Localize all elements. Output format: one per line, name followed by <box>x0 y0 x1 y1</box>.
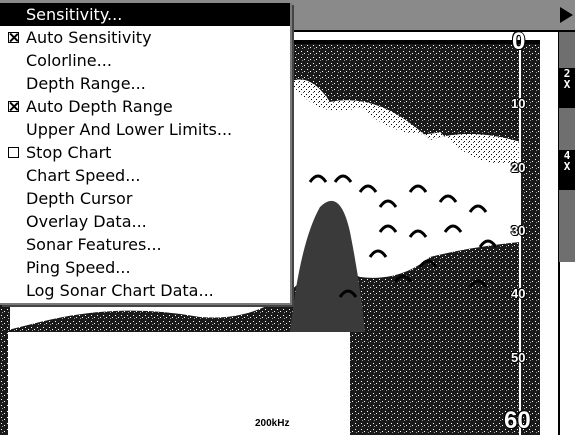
depth-label-0: 0 <box>512 32 526 55</box>
menu-item-auto-sensitivity[interactable]: Auto Sensitivity <box>0 26 290 49</box>
menu-item-ping-speed[interactable]: Ping Speed... <box>0 256 290 279</box>
depth-label-20: 20 <box>511 160 526 175</box>
menu-item-upper-lower-limits[interactable]: Upper And Lower Limits... <box>0 118 290 141</box>
checkbox-unchecked-icon[interactable] <box>8 147 19 158</box>
menu-item-label: Chart Speed... <box>26 166 141 185</box>
menu-item-overlay-data[interactable]: Overlay Data... <box>0 210 290 233</box>
zoom-2x-unit: X <box>563 78 571 91</box>
depth-label-40: 40 <box>511 286 526 301</box>
depth-label-10: 10 <box>511 96 526 111</box>
menu-item-label: Log Sonar Chart Data... <box>26 281 214 300</box>
menu-item-label: Upper And Lower Limits... <box>26 120 233 139</box>
overlay-data-box <box>8 332 350 435</box>
menu-item-label: Overlay Data... <box>26 212 147 231</box>
menu-item-depth-cursor[interactable]: Depth Cursor <box>0 187 290 210</box>
zoom-4x-unit: X <box>563 160 571 173</box>
menu-item-label: Ping Speed... <box>26 258 131 277</box>
menu-item-label: Sensitivity... <box>26 5 123 24</box>
menu-item-log-sonar-chart-data[interactable]: Log Sonar Chart Data... <box>0 279 290 302</box>
zoom-4x-indicator[interactable]: 4 X <box>559 150 575 190</box>
menu-item-auto-depth-range[interactable]: Auto Depth Range <box>0 95 290 118</box>
frequency-label: 200kHz <box>255 418 290 429</box>
menu-item-label: Stop Chart <box>26 143 112 162</box>
menu-item-sensitivity[interactable]: Sensitivity... <box>0 3 290 26</box>
menu-item-colorline[interactable]: Colorline... <box>0 49 290 72</box>
menu-item-chart-speed[interactable]: Chart Speed... <box>0 164 290 187</box>
menu-item-label: Depth Cursor <box>26 189 133 208</box>
checkbox-checked-icon[interactable] <box>8 101 19 112</box>
checkbox-checked-icon[interactable] <box>8 32 19 43</box>
sonar-screen: 0 10 20 30 40 50 60 2 X 4 X 200kHz Sensi… <box>0 0 575 435</box>
menu-item-label: Auto Depth Range <box>26 97 173 116</box>
menu-item-stop-chart[interactable]: Stop Chart <box>0 141 290 164</box>
menu-item-label: Auto Sensitivity <box>26 28 152 47</box>
depth-label-60: 60 <box>504 407 531 434</box>
sonar-menu: Sensitivity... Auto Sensitivity Colorlin… <box>0 3 292 305</box>
menu-item-depth-range[interactable]: Depth Range... <box>0 72 290 95</box>
zoom-2x-indicator[interactable]: 2 X <box>559 68 575 108</box>
menu-item-label: Colorline... <box>26 51 112 70</box>
menu-item-sonar-features[interactable]: Sonar Features... <box>0 233 290 256</box>
scroll-right-arrow-icon[interactable] <box>560 7 573 23</box>
menu-item-label: Sonar Features... <box>26 235 162 254</box>
menu-item-label: Depth Range... <box>26 74 146 93</box>
depth-label-30: 30 <box>511 223 526 238</box>
depth-label-50: 50 <box>511 350 526 365</box>
